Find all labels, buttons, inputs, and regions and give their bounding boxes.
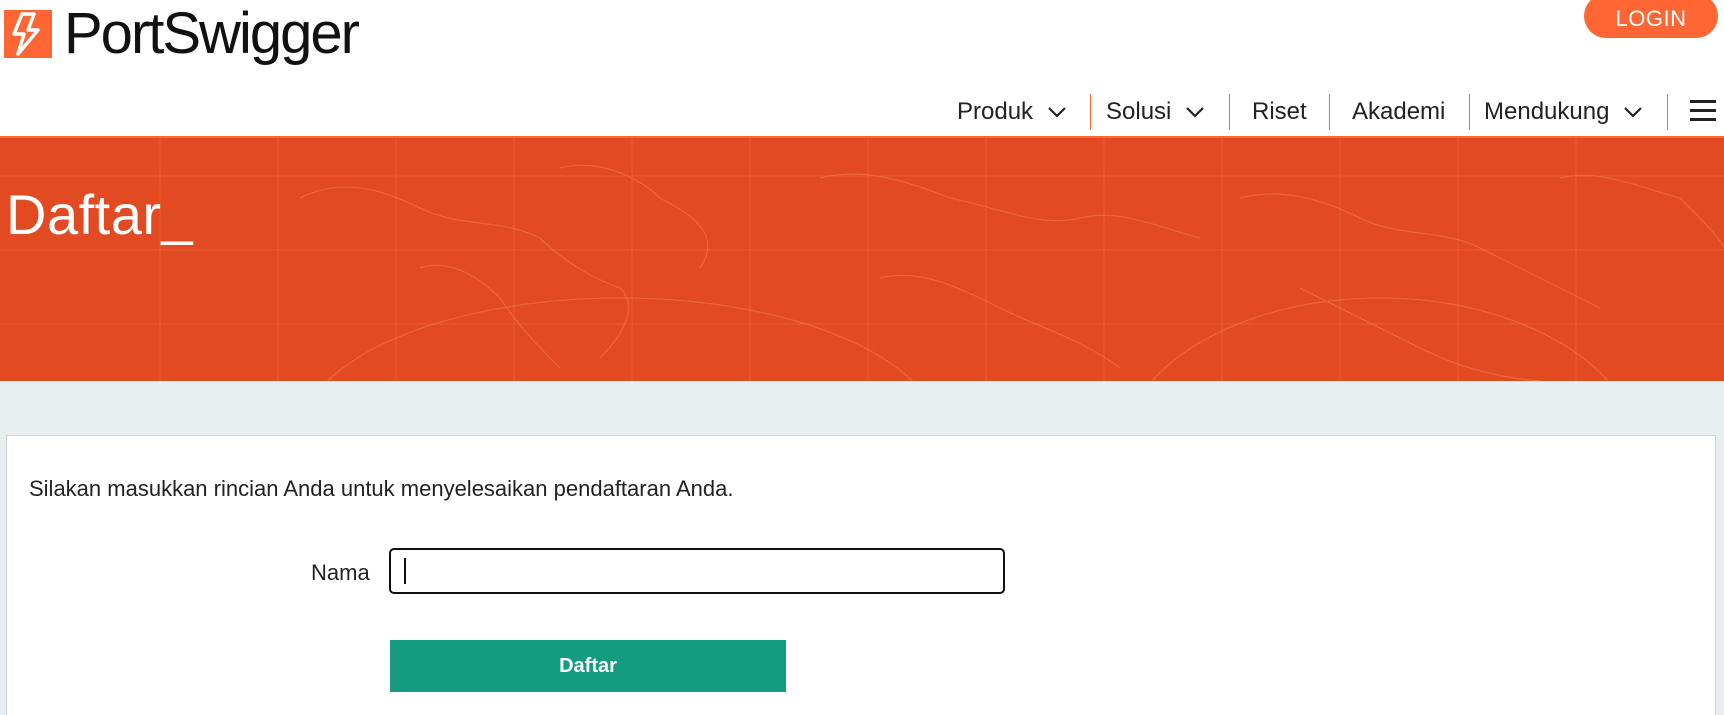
name-label: Nama bbox=[311, 560, 370, 585]
nav-label: Mendukung bbox=[1484, 98, 1610, 125]
nav-divider bbox=[1229, 94, 1230, 130]
site-header: PortSwigger LOGIN Produk Solusi Riset Ak… bbox=[0, 0, 1724, 139]
portswigger-logo[interactable]: PortSwigger bbox=[4, 1, 360, 66]
submit-button[interactable]: Daftar bbox=[390, 640, 786, 692]
login-button[interactable]: LOGIN bbox=[1584, 0, 1718, 38]
registration-card: Silakan masukkan rincian Anda untuk meny… bbox=[6, 435, 1716, 715]
nav-item-mendukung[interactable]: Mendukung bbox=[1484, 92, 1643, 132]
nav-divider bbox=[1667, 94, 1668, 130]
nav-label: Produk bbox=[957, 98, 1034, 125]
hamburger-icon[interactable] bbox=[1690, 100, 1716, 122]
world-map-background bbox=[0, 138, 1724, 381]
nav-item-solusi[interactable]: Solusi bbox=[1106, 92, 1205, 132]
page-title: Daftar_ bbox=[6, 183, 194, 246]
nav-label: Solusi bbox=[1106, 98, 1172, 125]
nav-label: Riset bbox=[1252, 98, 1307, 125]
logo-wordmark: PortSwigger bbox=[64, 1, 360, 66]
chevron-down-icon bbox=[1185, 106, 1205, 118]
logo-icon bbox=[4, 10, 52, 58]
content-area: Silakan masukkan rincian Anda untuk meny… bbox=[0, 381, 1724, 715]
text-caret bbox=[404, 558, 406, 584]
intro-text: Silakan masukkan rincian Anda untuk meny… bbox=[29, 476, 734, 501]
nav-label: Akademi bbox=[1352, 98, 1446, 125]
name-input[interactable] bbox=[389, 548, 1005, 594]
nav-divider bbox=[1469, 94, 1470, 130]
nav-item-riset[interactable]: Riset bbox=[1252, 92, 1307, 132]
chevron-down-icon bbox=[1047, 106, 1067, 118]
nav-divider bbox=[1090, 94, 1091, 130]
nav-item-akademi[interactable]: Akademi bbox=[1352, 92, 1445, 132]
nav-divider bbox=[1329, 94, 1330, 130]
chevron-down-icon bbox=[1623, 106, 1643, 118]
page-hero-banner: Daftar_ bbox=[0, 138, 1724, 381]
nav-item-produk[interactable]: Produk bbox=[957, 92, 1067, 132]
main-nav: Produk Solusi Riset Akademi Mendukung bbox=[0, 92, 1724, 132]
